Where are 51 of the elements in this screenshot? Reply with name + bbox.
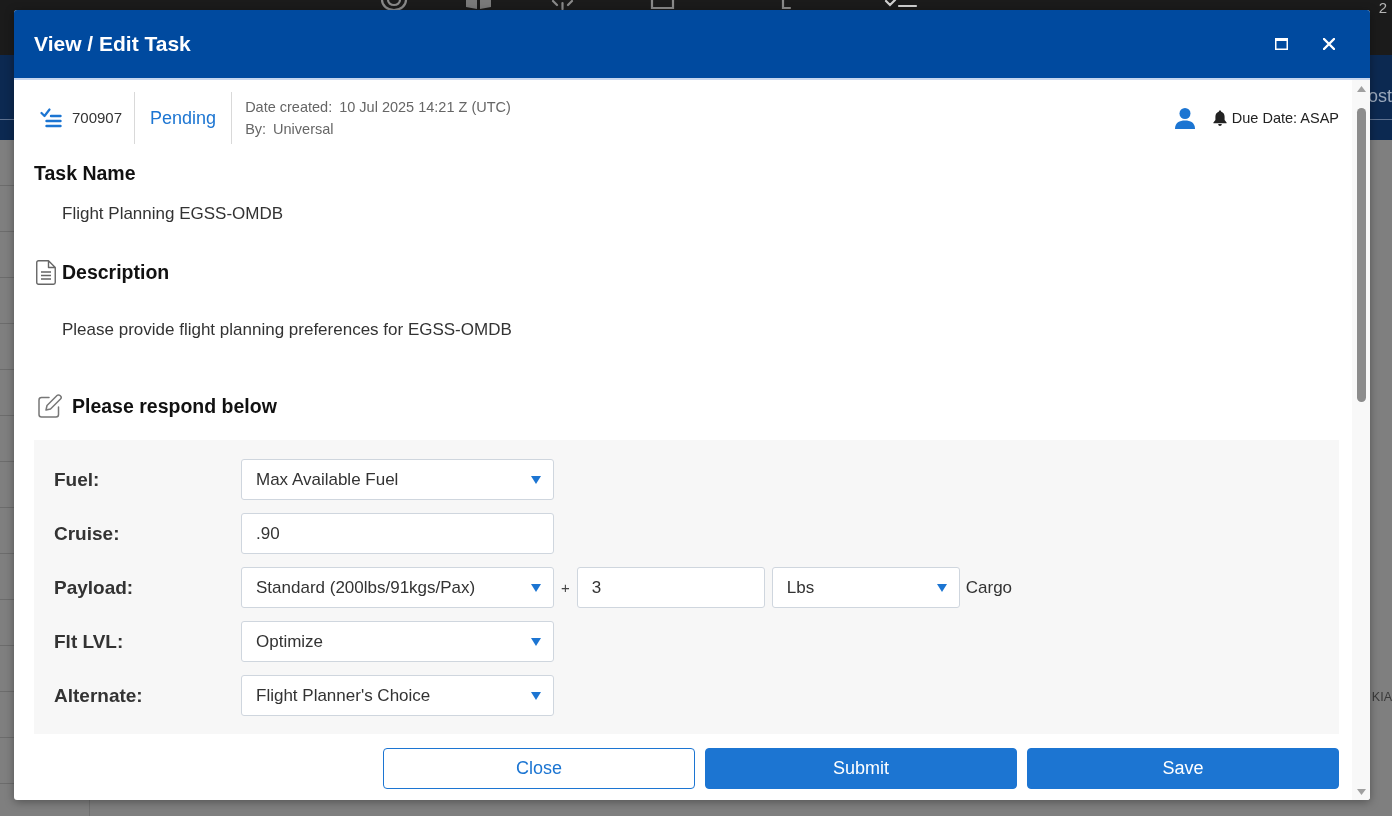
checklist-icon[interactable] — [884, 0, 918, 10]
author-name: Universal — [273, 120, 334, 139]
meta-label: By: — [245, 120, 267, 139]
close-icon — [1323, 38, 1335, 50]
field-label: Payload: — [54, 575, 135, 600]
description-text: Please provide flight planning preferences for EGSS-OMDB — [62, 319, 512, 341]
dialog-title: View / Edit Task — [34, 31, 191, 57]
due-date: Due Date: ASAP — [1231, 109, 1339, 127]
text-input[interactable]: 3 — [576, 567, 765, 608]
scrollbar-thumb[interactable] — [1356, 108, 1366, 402]
task-name: Flight Planning EGSS-OMDB — [62, 203, 284, 225]
caret-icon — [531, 583, 541, 592]
unit-label: Cargo — [965, 576, 1013, 599]
text-input[interactable]: .90 — [241, 513, 554, 554]
field-label: Fuel: — [54, 467, 101, 492]
caret-icon — [936, 583, 947, 592]
book-icon[interactable] — [465, 0, 492, 10]
ring-icon[interactable] — [380, 0, 408, 10]
field-label: Flt LVL: — [54, 629, 125, 654]
dropdown-select[interactable]: Flight Planner's Choice — [241, 675, 554, 716]
field-label: Cruise: — [54, 521, 121, 546]
primary-button[interactable]: Save — [1027, 748, 1339, 789]
spark-icon[interactable] — [550, 0, 575, 10]
status-text: Pending — [150, 107, 217, 129]
task-id: 700907 — [72, 109, 123, 127]
secondary-button[interactable]: Close — [383, 748, 695, 789]
section-heading: Task Name — [34, 161, 136, 185]
scrollbar[interactable] — [1352, 80, 1370, 800]
created-date: 10 Jul 2025 14:21 Z (UTC) — [339, 98, 511, 117]
caret-icon — [531, 475, 541, 484]
bell-icon — [1212, 110, 1227, 126]
section-heading: Please respond below — [72, 394, 277, 418]
section-heading: Description — [62, 260, 170, 284]
person-icon[interactable] — [1174, 107, 1195, 129]
document-icon — [36, 259, 56, 285]
maximize-icon — [1274, 38, 1288, 50]
caret-icon — [531, 637, 541, 646]
field-label: Alternate: — [54, 683, 144, 708]
caret-icon — [531, 691, 541, 700]
corner-text: 2 — [1378, 0, 1387, 15]
row-text: KIA — [1371, 689, 1392, 705]
edit-icon — [38, 394, 62, 418]
frame-icon[interactable] — [650, 0, 675, 10]
dropdown-select[interactable]: Max Available Fuel — [241, 459, 554, 500]
meta-label: Date created: — [245, 98, 333, 117]
plus-sign: + — [561, 578, 570, 597]
primary-button[interactable]: Submit — [705, 748, 1017, 789]
dropdown-select[interactable]: Optimize — [241, 621, 554, 662]
dropdown-select[interactable]: Lbs — [771, 567, 960, 608]
dropdown-select[interactable]: Standard (200lbs/91kgs/Pax) — [241, 567, 554, 608]
checklist-icon — [40, 108, 62, 128]
